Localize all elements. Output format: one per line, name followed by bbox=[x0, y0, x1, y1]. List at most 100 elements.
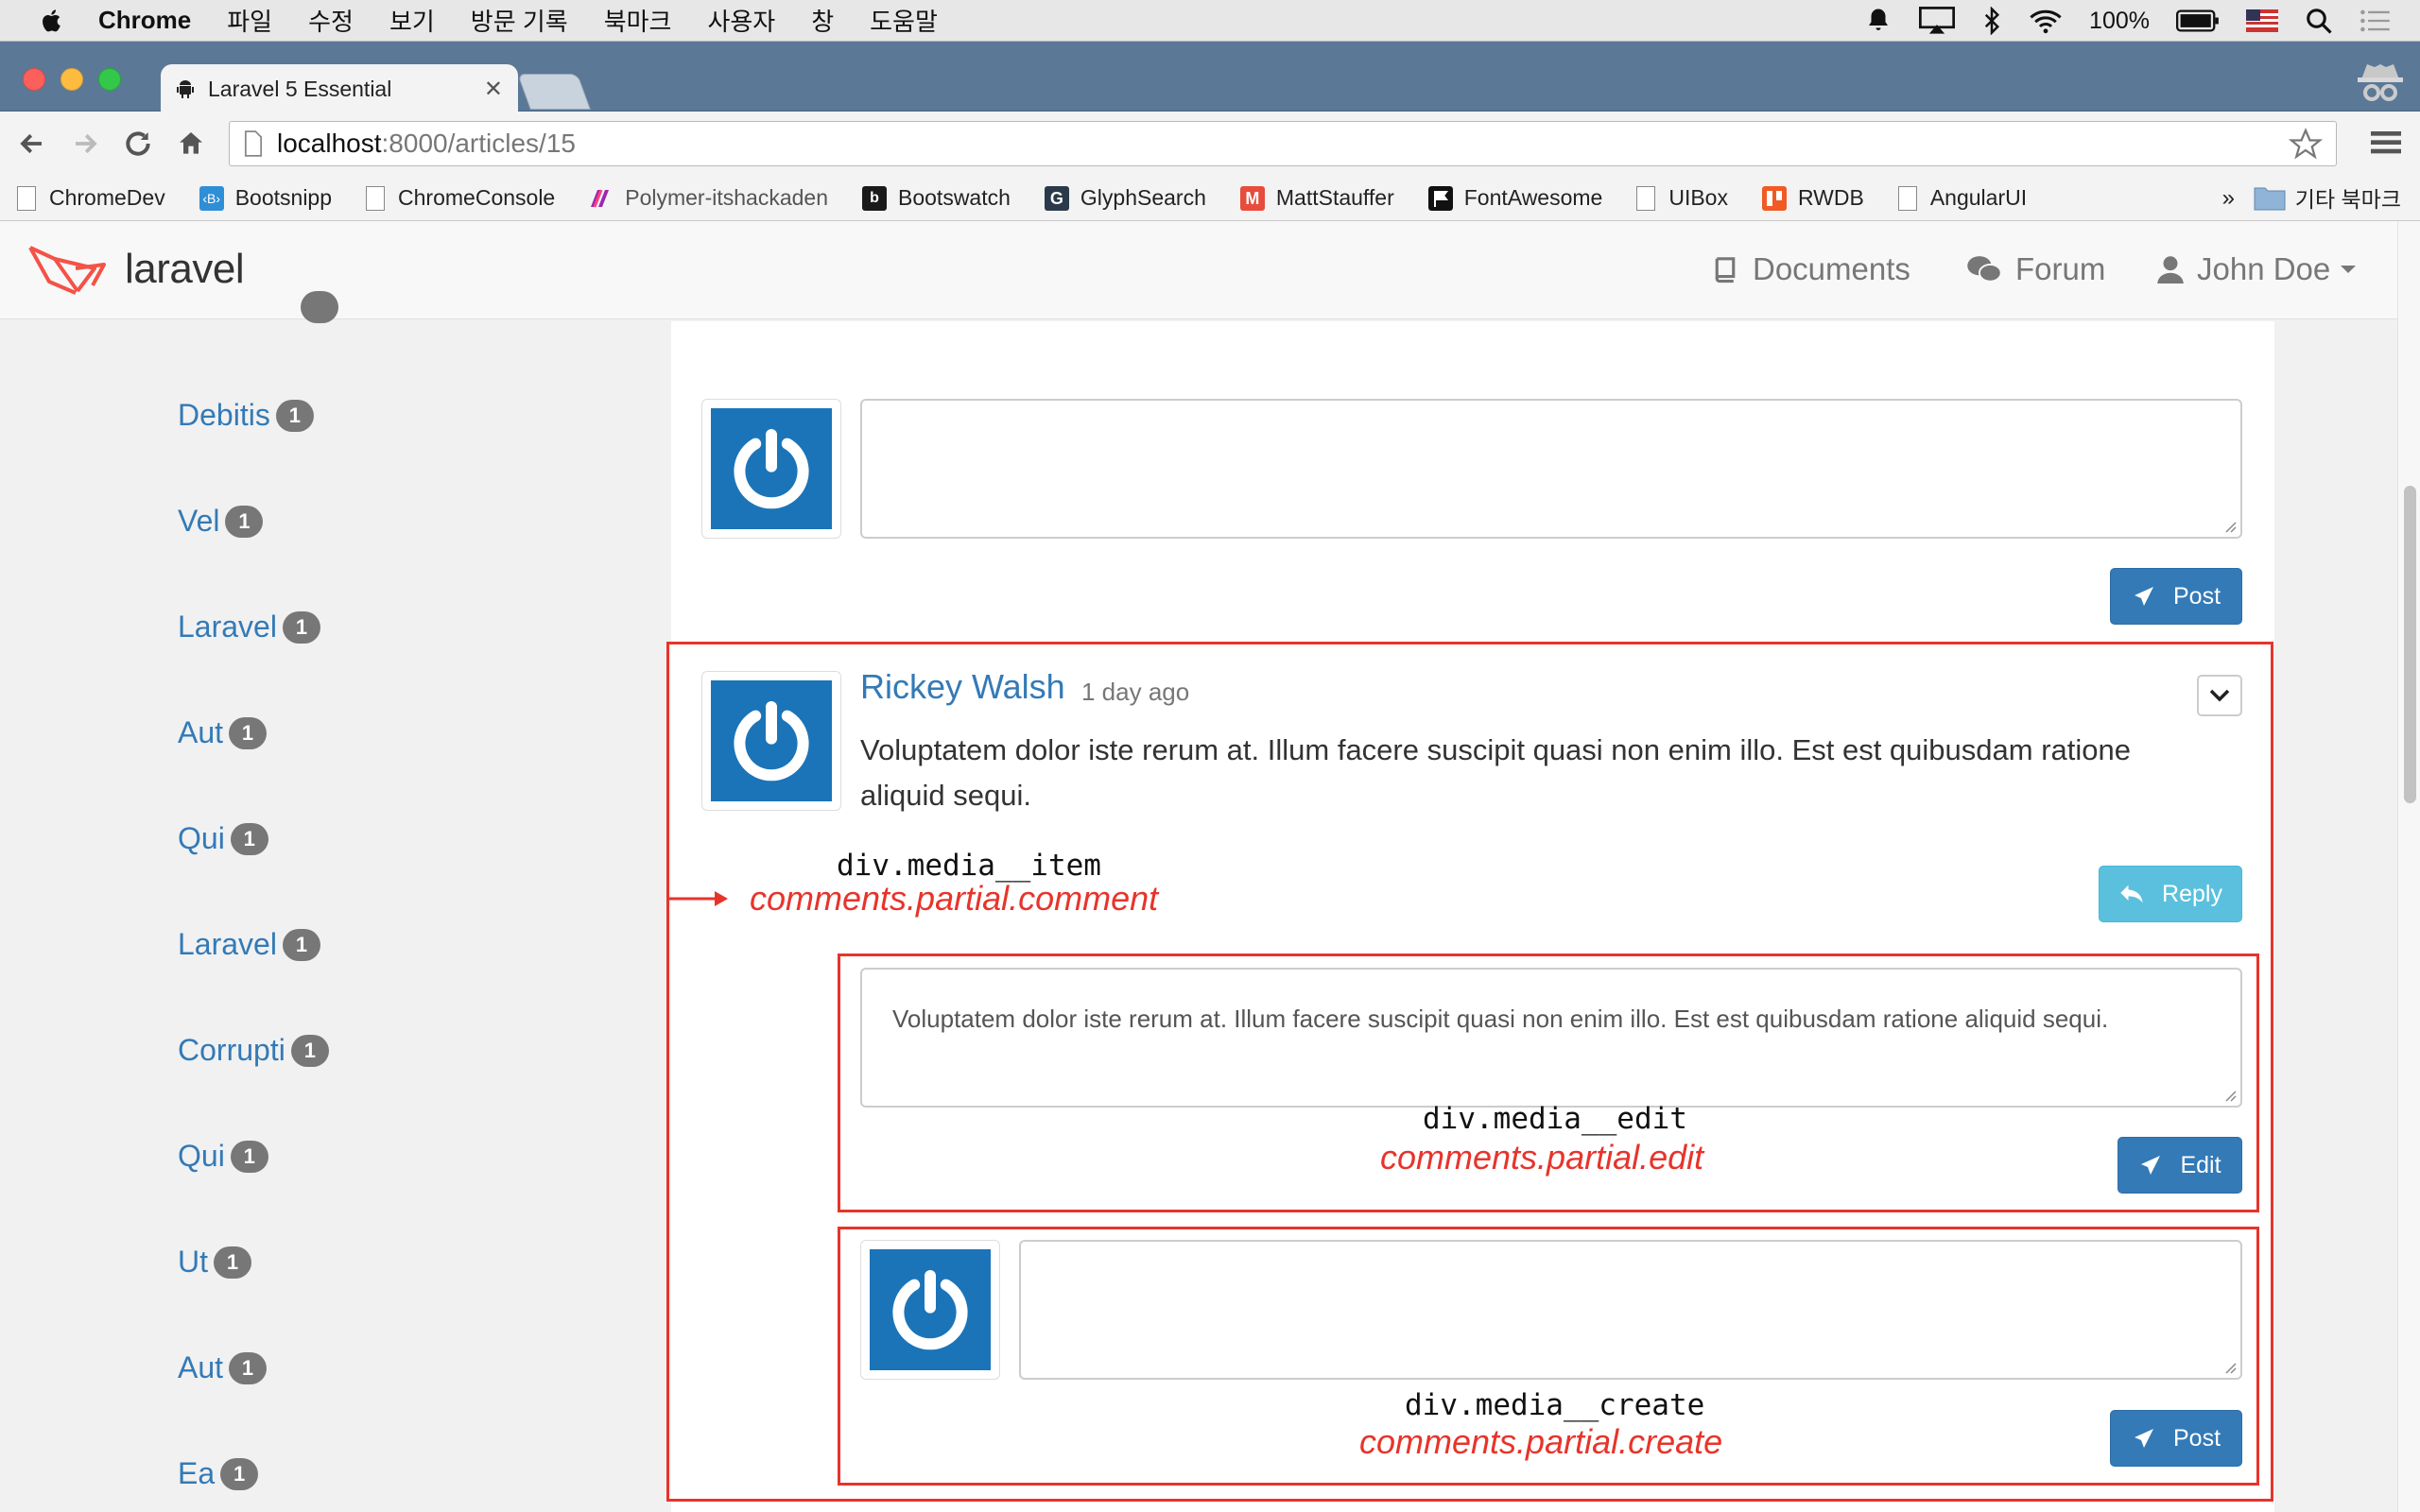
tag-item[interactable]: Aut 1 bbox=[178, 715, 268, 750]
tag-label: Aut bbox=[178, 715, 224, 749]
reply-comment-textarea[interactable] bbox=[1019, 1240, 2242, 1380]
edit-comment-text: Voluptatem dolor iste rerum at. Illum fa… bbox=[892, 1005, 2109, 1033]
tag-item[interactable]: Debitis 1 bbox=[178, 398, 314, 433]
new-comment-textarea[interactable] bbox=[860, 399, 2242, 539]
window-close-button[interactable] bbox=[23, 68, 45, 91]
tag-count-badge bbox=[301, 291, 338, 323]
bookmark-angularui[interactable]: AngularUI bbox=[1897, 185, 2027, 211]
comment-author-avatar bbox=[701, 671, 841, 811]
tag-item[interactable]: Aut 1 bbox=[178, 1350, 268, 1385]
tag-item[interactable]: Laravel 1 bbox=[178, 927, 320, 962]
scrollbar-thumb[interactable] bbox=[2404, 486, 2416, 803]
notification-bell-icon[interactable] bbox=[1864, 7, 1893, 35]
home-button[interactable] bbox=[172, 125, 210, 163]
edit-comment-textarea[interactable] bbox=[860, 968, 2242, 1108]
bookmark-chromeconsole[interactable]: ChromeConsole bbox=[366, 185, 555, 211]
comment-options-dropdown[interactable] bbox=[2197, 675, 2242, 716]
bookmark-fontawesome[interactable]: FontAwesome bbox=[1427, 185, 1602, 211]
us-flag-icon[interactable] bbox=[2246, 9, 2278, 32]
apple-icon[interactable] bbox=[38, 7, 66, 35]
nav-documents-label: Documents bbox=[1753, 251, 1910, 286]
flag-icon bbox=[1427, 185, 1453, 211]
menu-edit[interactable]: 수정 bbox=[308, 3, 354, 38]
tag-label: Ea bbox=[178, 1456, 216, 1490]
browser-tab-active[interactable]: Laravel 5 Essential ✕ bbox=[161, 64, 518, 113]
tag-label: Debitis bbox=[178, 398, 270, 432]
tab-close-icon[interactable]: ✕ bbox=[484, 76, 503, 103]
bookmark-label: Bootswatch bbox=[898, 185, 1011, 210]
window-minimize-button[interactable] bbox=[60, 68, 83, 91]
reload-button[interactable] bbox=[119, 125, 157, 163]
back-button[interactable] bbox=[13, 125, 51, 163]
comment-author-name[interactable]: Rickey Walsh bbox=[860, 667, 1065, 707]
bookmark-polymer[interactable]: Polymer-itshackaden bbox=[589, 185, 828, 211]
nav-documents[interactable]: Documents bbox=[1711, 251, 1910, 287]
notification-center-icon[interactable] bbox=[2360, 9, 2392, 33]
nav-forum[interactable]: Forum bbox=[1966, 251, 2105, 287]
spotlight-search-icon[interactable] bbox=[2305, 7, 2333, 35]
annotation-media-item-class: div.media__item bbox=[837, 849, 1101, 883]
send-icon bbox=[2141, 1156, 2161, 1175]
post-comment-button[interactable]: Post bbox=[2110, 568, 2242, 625]
tag-item[interactable]: Qui 1 bbox=[178, 821, 268, 856]
wifi-icon[interactable] bbox=[2029, 8, 2063, 34]
menu-file[interactable]: 파일 bbox=[227, 3, 272, 38]
other-bookmarks-folder[interactable]: 기타 북마크 bbox=[2254, 181, 2401, 214]
menu-bookmarks[interactable]: 북마크 bbox=[604, 3, 672, 38]
bookmark-star-icon[interactable] bbox=[2289, 128, 2323, 162]
airplay-icon[interactable] bbox=[1919, 7, 1956, 35]
menu-window[interactable]: 창 bbox=[811, 3, 834, 38]
tag-item[interactable]: Corrupti 1 bbox=[178, 1033, 329, 1068]
tag-count-badge: 1 bbox=[230, 1140, 268, 1173]
menu-view[interactable]: 보기 bbox=[389, 3, 435, 38]
forward-button[interactable] bbox=[66, 125, 104, 163]
power-logo-icon bbox=[892, 1270, 968, 1350]
annotation-media-create-partial: comments.partial.create bbox=[1359, 1422, 1723, 1461]
window-zoom-button[interactable] bbox=[98, 68, 121, 91]
bookmark-glyphsearch[interactable]: G GlyphSearch bbox=[1044, 185, 1206, 211]
menu-people[interactable]: 사용자 bbox=[707, 3, 775, 38]
tag-item[interactable]: Vel 1 bbox=[178, 504, 264, 539]
m-icon: M bbox=[1239, 185, 1265, 211]
post-reply-button[interactable]: Post bbox=[2110, 1410, 2242, 1467]
site-logo[interactable]: laravel bbox=[26, 242, 245, 297]
chrome-menu-icon[interactable] bbox=[2371, 129, 2401, 157]
menu-history[interactable]: 방문 기록 bbox=[471, 3, 568, 38]
page-scrollbar[interactable] bbox=[2397, 221, 2420, 1512]
bookmark-label: ChromeDev bbox=[49, 185, 165, 210]
tag-count-badge: 1 bbox=[220, 1457, 259, 1490]
resize-handle-icon[interactable] bbox=[2223, 1361, 2237, 1374]
page-icon bbox=[17, 185, 36, 211]
menu-app-name[interactable]: Chrome bbox=[98, 6, 191, 35]
tag-item[interactable]: Ea 1 bbox=[178, 1456, 259, 1491]
bookmark-label: RWDB bbox=[1797, 185, 1864, 210]
bookmark-mattstauffer[interactable]: M MattStauffer bbox=[1239, 185, 1394, 211]
page-info-icon[interactable] bbox=[243, 130, 264, 157]
new-tab-button[interactable] bbox=[517, 74, 591, 110]
tag-item[interactable]: Laravel 1 bbox=[178, 610, 320, 644]
address-bar[interactable]: localhost:8000/articles/15 bbox=[229, 121, 2337, 166]
bookmarks-overflow-button[interactable]: » bbox=[2222, 185, 2235, 212]
battery-icon[interactable] bbox=[2176, 9, 2220, 33]
tag-label: Qui bbox=[178, 821, 225, 855]
tag-count-badge: 1 bbox=[229, 716, 268, 749]
edit-submit-button[interactable]: Edit bbox=[2118, 1137, 2242, 1194]
tag-item[interactable] bbox=[178, 291, 338, 323]
tag-label: Laravel bbox=[178, 927, 277, 961]
nav-user-dropdown[interactable]: John Doe bbox=[2157, 251, 2357, 287]
glyphsearch-icon: G bbox=[1044, 185, 1069, 211]
bookmark-bootswatch[interactable]: b Bootswatch bbox=[862, 185, 1011, 211]
menu-help[interactable]: 도움말 bbox=[870, 3, 938, 38]
bookmark-uibox[interactable]: UIBox bbox=[1636, 185, 1728, 211]
nav-forum-label: Forum bbox=[2015, 251, 2106, 286]
resize-handle-icon[interactable] bbox=[2223, 1089, 2237, 1102]
tag-item[interactable]: Qui 1 bbox=[178, 1139, 268, 1174]
post-reply-label: Post bbox=[2172, 1424, 2221, 1452]
bookmark-bootsnipp[interactable]: ‹B› Bootsnipp bbox=[199, 185, 332, 211]
resize-handle-icon[interactable] bbox=[2223, 520, 2237, 533]
bookmark-chromedev[interactable]: ChromeDev bbox=[17, 185, 165, 211]
bookmark-rwdb[interactable]: RWDB bbox=[1761, 185, 1864, 211]
bluetooth-icon[interactable] bbox=[1981, 7, 2002, 35]
reply-button[interactable]: Reply bbox=[2099, 866, 2242, 922]
tag-item[interactable]: Ut 1 bbox=[178, 1245, 251, 1280]
